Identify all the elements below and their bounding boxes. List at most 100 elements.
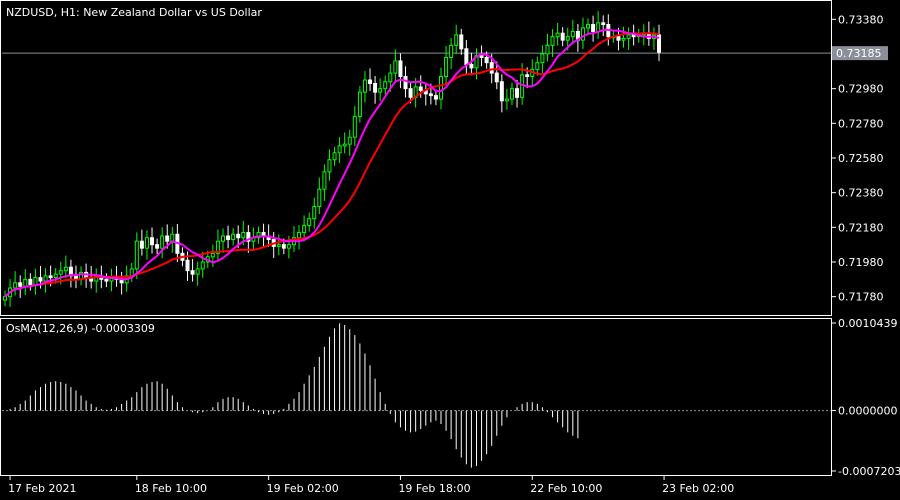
candle-body [337,145,342,154]
candle-body [38,277,43,282]
candle-body [170,233,175,242]
candle-body [241,232,246,239]
candle-body [459,34,464,50]
fast-ma-line [4,28,660,298]
time-tick-label: 22 Feb 10:00 [530,482,602,495]
candle-body [357,91,362,117]
candle-body [104,278,109,282]
candle-body [601,22,606,26]
candle-body [160,235,165,249]
candle-body [297,232,302,239]
candle-body [621,37,626,41]
candle-body [383,81,388,90]
osma-histogram [9,323,579,468]
price-tick-label: 0.71980 [838,256,884,269]
time-tick-label: 19 Feb 02:00 [267,482,339,495]
candle-body [58,270,63,275]
candle-body [560,32,565,41]
candle-body [342,143,347,147]
candle-body [398,60,403,78]
candle-body [276,244,281,247]
candle-body [433,95,438,100]
candle-body [312,206,317,220]
candle-body [388,72,393,83]
candle-body [535,62,540,71]
candle-body [479,55,484,58]
time-tick-label: 23 Feb 02:00 [662,482,734,495]
candle-body [332,152,337,161]
candle-body [155,244,160,249]
candle-body [317,188,322,208]
candle-body [281,244,286,249]
candle-body [449,44,454,58]
candle-body [23,278,28,287]
candle-body [33,277,38,286]
candle-body [499,81,504,102]
osma-tick-label: 0.0000000 [838,405,898,418]
candle-body [596,22,601,32]
chart-title: NZDUSD, H1: New Zealand Dollar vs US Dol… [6,6,262,19]
candle-body [586,24,591,29]
candle-body [327,159,332,173]
candle-body [525,74,530,78]
candle-body [150,237,155,246]
candle-body [570,30,575,38]
candle-body [18,282,23,287]
price-tick-label: 0.72580 [838,152,884,165]
candle-body [53,273,58,279]
candle-body [565,36,570,41]
price-tick-label: 0.72180 [838,221,884,234]
candle-body [489,62,494,74]
candle-body [418,86,423,91]
candle-body [555,32,560,38]
candle-body [302,225,307,234]
candle-body [190,270,195,275]
candle-body [494,72,499,83]
candle-body [236,233,241,239]
candle-body [631,34,636,38]
candle-body [504,98,509,102]
candle-body [231,233,236,240]
candle-body [307,218,312,227]
price-tick-label: 0.72380 [838,187,884,200]
candle-body [63,266,68,272]
candle-body [591,24,596,32]
candle-body [545,44,550,55]
moving-averages [4,28,660,298]
price-panel-frame [0,0,832,316]
candle-body [286,244,291,249]
candle-body [403,76,408,90]
nzdusd-chart[interactable]: 0.73380 0.72980 0.72780 0.72580 0.72380 0.721… [0,0,900,500]
candle-body [13,282,18,289]
price-tick-label: 0.73380 [838,13,884,26]
candle-body [428,93,433,97]
candle-body [368,79,373,84]
osma-tick-label: -0.0007203 [838,465,900,478]
candle-body [616,36,621,41]
price-series [3,11,661,307]
candle-body [454,34,459,46]
candle-body [3,296,7,301]
candle-body [408,88,413,98]
candle-body [48,275,53,279]
candle-body [515,88,520,98]
candle-body [185,259,190,272]
candle-body [444,56,449,78]
candle-body [378,88,383,93]
candle-body [195,268,200,275]
candle-body [200,261,205,270]
candle-body [464,48,469,65]
candle-body [469,63,474,69]
candle-body [134,240,139,270]
candle-body [484,56,489,64]
candle-body [144,237,149,249]
candle-body [352,115,357,138]
candle-body [393,60,398,74]
candle-body [626,34,631,39]
candle-body [362,79,367,93]
time-tick-label: 18 Feb 10:00 [135,482,207,495]
price-tick-label: 0.71780 [838,291,884,304]
slow-ma-line [4,32,660,298]
candle-body [28,278,33,286]
candle-body [550,36,555,46]
